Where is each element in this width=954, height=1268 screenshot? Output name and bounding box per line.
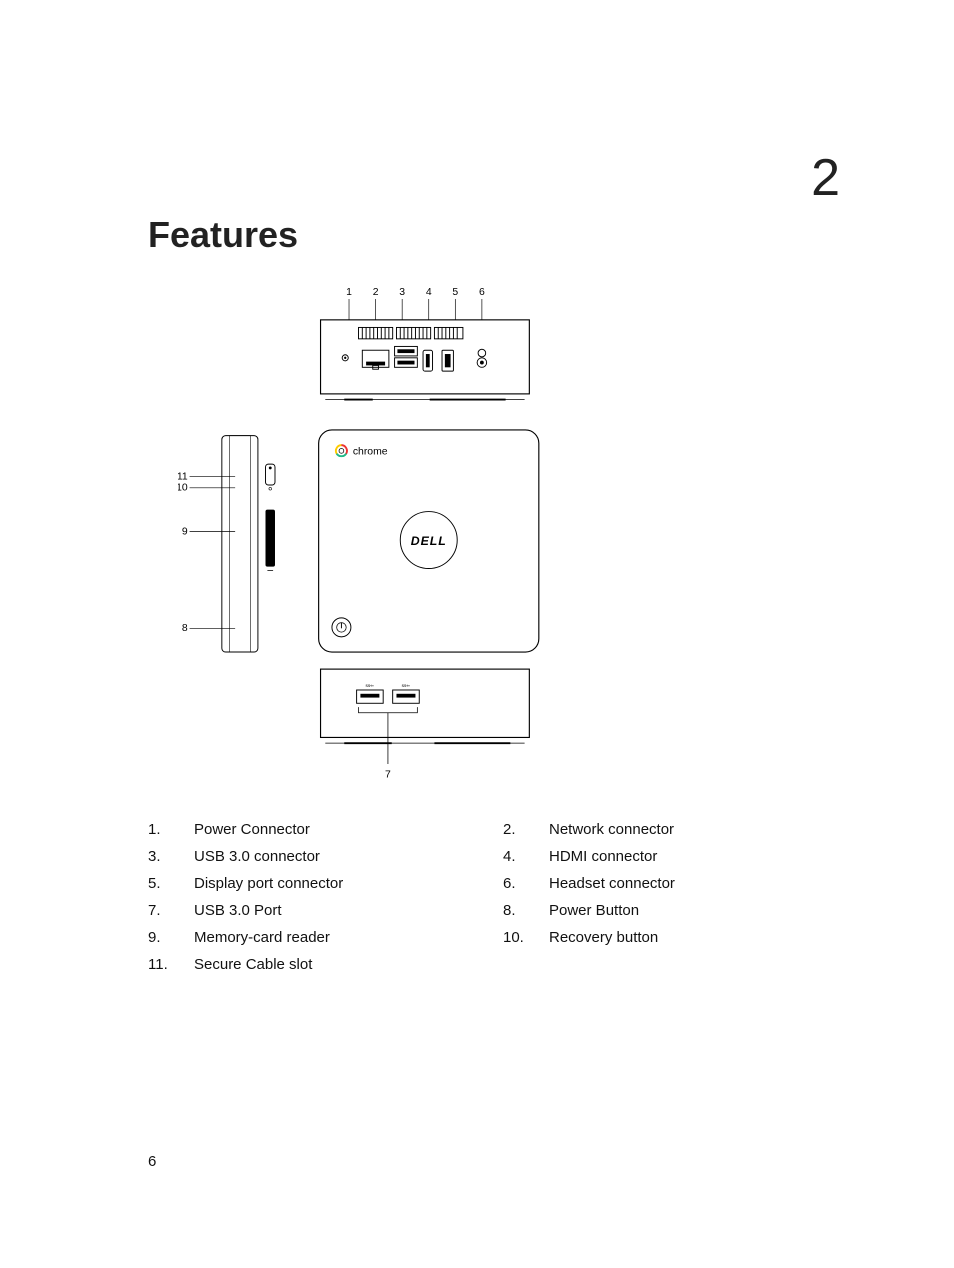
legend-item: 6. Headset connector — [503, 870, 834, 897]
callout-6-label: 6 — [479, 287, 485, 298]
features-legend: 1. Power Connector 3. USB 3.0 connector … — [148, 816, 834, 978]
front-view: ss⇐ ss⇐ 7 — [321, 669, 530, 780]
callout-7-label: 7 — [385, 769, 391, 780]
page-number: 6 — [148, 1153, 156, 1170]
legend-item: 3. USB 3.0 connector — [148, 843, 479, 870]
legend-left-column: 1. Power Connector 3. USB 3.0 connector … — [148, 816, 479, 978]
side-top-view: 11 10 9 8 — [178, 430, 539, 652]
callout-9-label: 9 — [182, 526, 188, 537]
callout-1-label: 1 — [346, 287, 352, 298]
callout-8-label: 8 — [182, 623, 188, 634]
legend-item: 7. USB 3.0 Port — [148, 897, 479, 924]
legend-item: 10. Recovery button — [503, 924, 834, 951]
callout-11-label: 11 — [178, 471, 188, 482]
legend-item: 1. Power Connector — [148, 816, 479, 843]
chapter-number: 2 — [811, 148, 840, 208]
callout-4-label: 4 — [426, 287, 432, 298]
dell-brand-label: DELL — [411, 534, 447, 548]
callout-2-label: 2 — [373, 287, 379, 298]
chrome-brand-label: chrome — [353, 447, 388, 458]
callout-5-label: 5 — [452, 287, 458, 298]
legend-item: 5. Display port connector — [148, 870, 479, 897]
rear-view: 1 2 3 4 5 6 — [321, 287, 530, 399]
legend-item: 8. Power Button — [503, 897, 834, 924]
callout-3-label: 3 — [399, 287, 405, 298]
legend-item: 11. Secure Cable slot — [148, 951, 479, 978]
legend-item: 2. Network connector — [503, 816, 834, 843]
svg-text:ss⇐: ss⇐ — [366, 684, 375, 689]
features-diagram: 1 2 3 4 5 6 — [178, 280, 558, 788]
legend-item: 4. HDMI connector — [503, 843, 834, 870]
callout-10-label: 10 — [178, 483, 188, 494]
diagram-svg: 1 2 3 4 5 6 — [178, 280, 558, 783]
svg-text:ss⇐: ss⇐ — [402, 684, 411, 689]
page-title: Features — [148, 214, 834, 256]
legend-right-column: 2. Network connector 4. HDMI connector 6… — [503, 816, 834, 978]
document-page: 2 Features 1 2 3 4 5 6 — [0, 0, 954, 1268]
legend-item: 9. Memory-card reader — [148, 924, 479, 951]
